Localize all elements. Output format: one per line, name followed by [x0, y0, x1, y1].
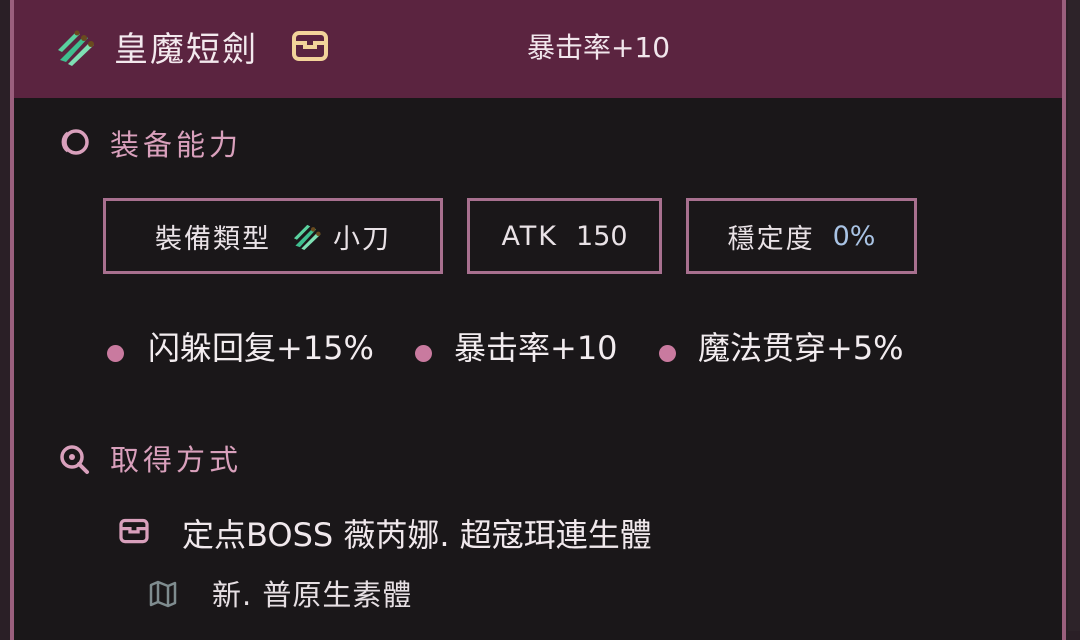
dagger-icon — [58, 30, 94, 66]
bullet-dot — [107, 345, 124, 362]
bullet-dot — [415, 345, 432, 362]
stat-value: 0% — [832, 220, 876, 252]
stat-atk: ATK 150 — [467, 198, 662, 274]
bullet-dot — [659, 345, 676, 362]
abilities-title: 装备能力 — [110, 128, 243, 162]
stat-weapon-type: 裝備類型 小刀 — [103, 198, 443, 274]
bonus-item: 魔法贯穿+5% — [698, 329, 904, 367]
chest-icon[interactable] — [291, 30, 329, 62]
ring-icon — [61, 129, 89, 155]
acquisition-title: 取得方式 — [110, 443, 243, 477]
item-card: 皇魔短劍 暴击率+10 装备能力 裝備類型 小刀 ATK 150 穩定度 0% … — [10, 0, 1066, 640]
acquisition-map[interactable]: 新. 普原生素體 — [212, 572, 412, 614]
stat-value: 150 — [576, 220, 628, 252]
stat-label: 裝備類型 — [155, 223, 271, 255]
acquisition-source[interactable]: 定点BOSS 薇芮娜. 超寇珥連生體 — [182, 510, 652, 556]
bonus-item: 暴击率+10 — [454, 329, 618, 367]
search-icon — [60, 445, 89, 474]
stat-label: ATK — [501, 220, 559, 252]
item-name: 皇魔短劍 — [114, 30, 258, 70]
map-icon — [149, 580, 177, 608]
stat-value: 小刀 — [333, 223, 391, 255]
bonus-item: 闪躲回复+15% — [148, 329, 374, 367]
stat-label: 穩定度 — [727, 223, 815, 255]
stat-stability: 穩定度 0% — [686, 198, 917, 274]
background-edge — [1068, 0, 1080, 631]
header-stat: 暴击率+10 — [527, 31, 671, 64]
dagger-icon — [293, 224, 321, 251]
item-header: 皇魔短劍 暴击率+10 — [14, 0, 1062, 98]
chest-icon — [119, 518, 149, 544]
